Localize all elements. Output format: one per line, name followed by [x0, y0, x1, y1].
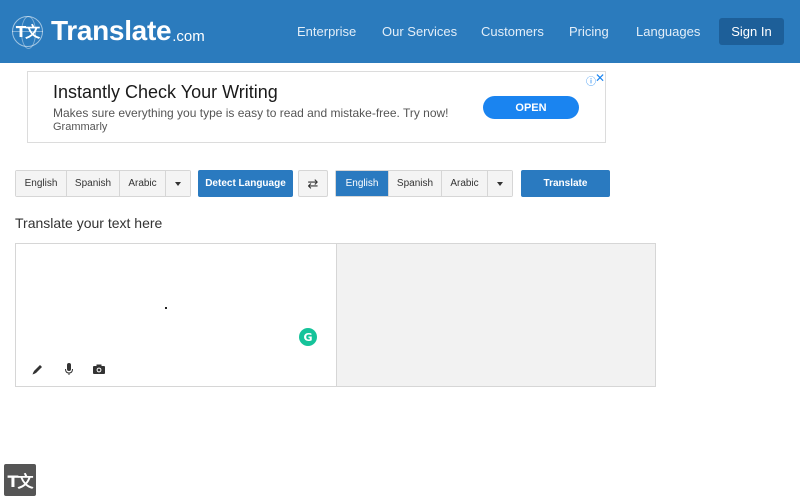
detect-language-button[interactable]: Detect Language [198, 170, 293, 197]
ad-close-icon[interactable]: ✕ [595, 71, 605, 85]
source-lang-dropdown[interactable] [166, 171, 190, 196]
logo-text: Translate [51, 15, 172, 46]
microphone-icon[interactable] [61, 361, 77, 377]
text-cursor [165, 307, 167, 309]
source-language-group: English Spanish Arabic [15, 170, 191, 197]
target-lang-english[interactable]: English [336, 171, 389, 196]
nav-customers[interactable]: Customers [481, 24, 544, 39]
ad-banner[interactable]: Instantly Check Your Writing Makes sure … [27, 71, 606, 143]
nav-enterprise[interactable]: Enterprise [297, 24, 356, 39]
source-lang-english[interactable]: English [16, 171, 67, 196]
globe-icon: T文 [12, 15, 43, 49]
ad-description: Makes sure everything you type is easy t… [53, 106, 449, 120]
source-lang-spanish[interactable]: Spanish [67, 171, 120, 196]
translation-output [336, 243, 656, 387]
section-title: Translate your text here [15, 215, 163, 231]
translate-button[interactable]: Translate [521, 170, 610, 197]
source-text-input[interactable]: G [15, 243, 337, 387]
logo-glyph: T文 [15, 22, 40, 41]
camera-icon[interactable] [91, 361, 107, 377]
target-lang-spanish[interactable]: Spanish [389, 171, 442, 196]
source-lang-arabic[interactable]: Arabic [120, 171, 166, 196]
grammarly-icon[interactable]: G [299, 328, 317, 346]
pencil-icon[interactable] [29, 361, 45, 377]
nav-languages[interactable]: Languages [636, 24, 700, 39]
site-logo[interactable]: T文 Translate .com [12, 13, 205, 49]
swap-languages-button[interactable]: ⇄ [298, 170, 328, 197]
chevron-down-icon [497, 181, 503, 186]
target-lang-arabic[interactable]: Arabic [442, 171, 488, 196]
ad-brand: Grammarly [53, 121, 108, 133]
translate-logo-icon[interactable]: T文 [4, 464, 36, 496]
chevron-down-icon [175, 181, 181, 186]
nav-pricing[interactable]: Pricing [569, 24, 609, 39]
ad-open-button[interactable]: OPEN [483, 96, 579, 119]
sign-in-button[interactable]: Sign In [719, 18, 784, 45]
target-lang-dropdown[interactable] [488, 171, 512, 196]
logo-tld: .com [172, 27, 205, 45]
nav-our-services[interactable]: Our Services [382, 24, 457, 39]
ad-title[interactable]: Instantly Check Your Writing [53, 82, 278, 103]
swap-icon: ⇄ [307, 175, 319, 191]
site-header: T文 Translate .com Enterprise Our Service… [0, 0, 800, 63]
target-language-group: English Spanish Arabic [335, 170, 513, 197]
